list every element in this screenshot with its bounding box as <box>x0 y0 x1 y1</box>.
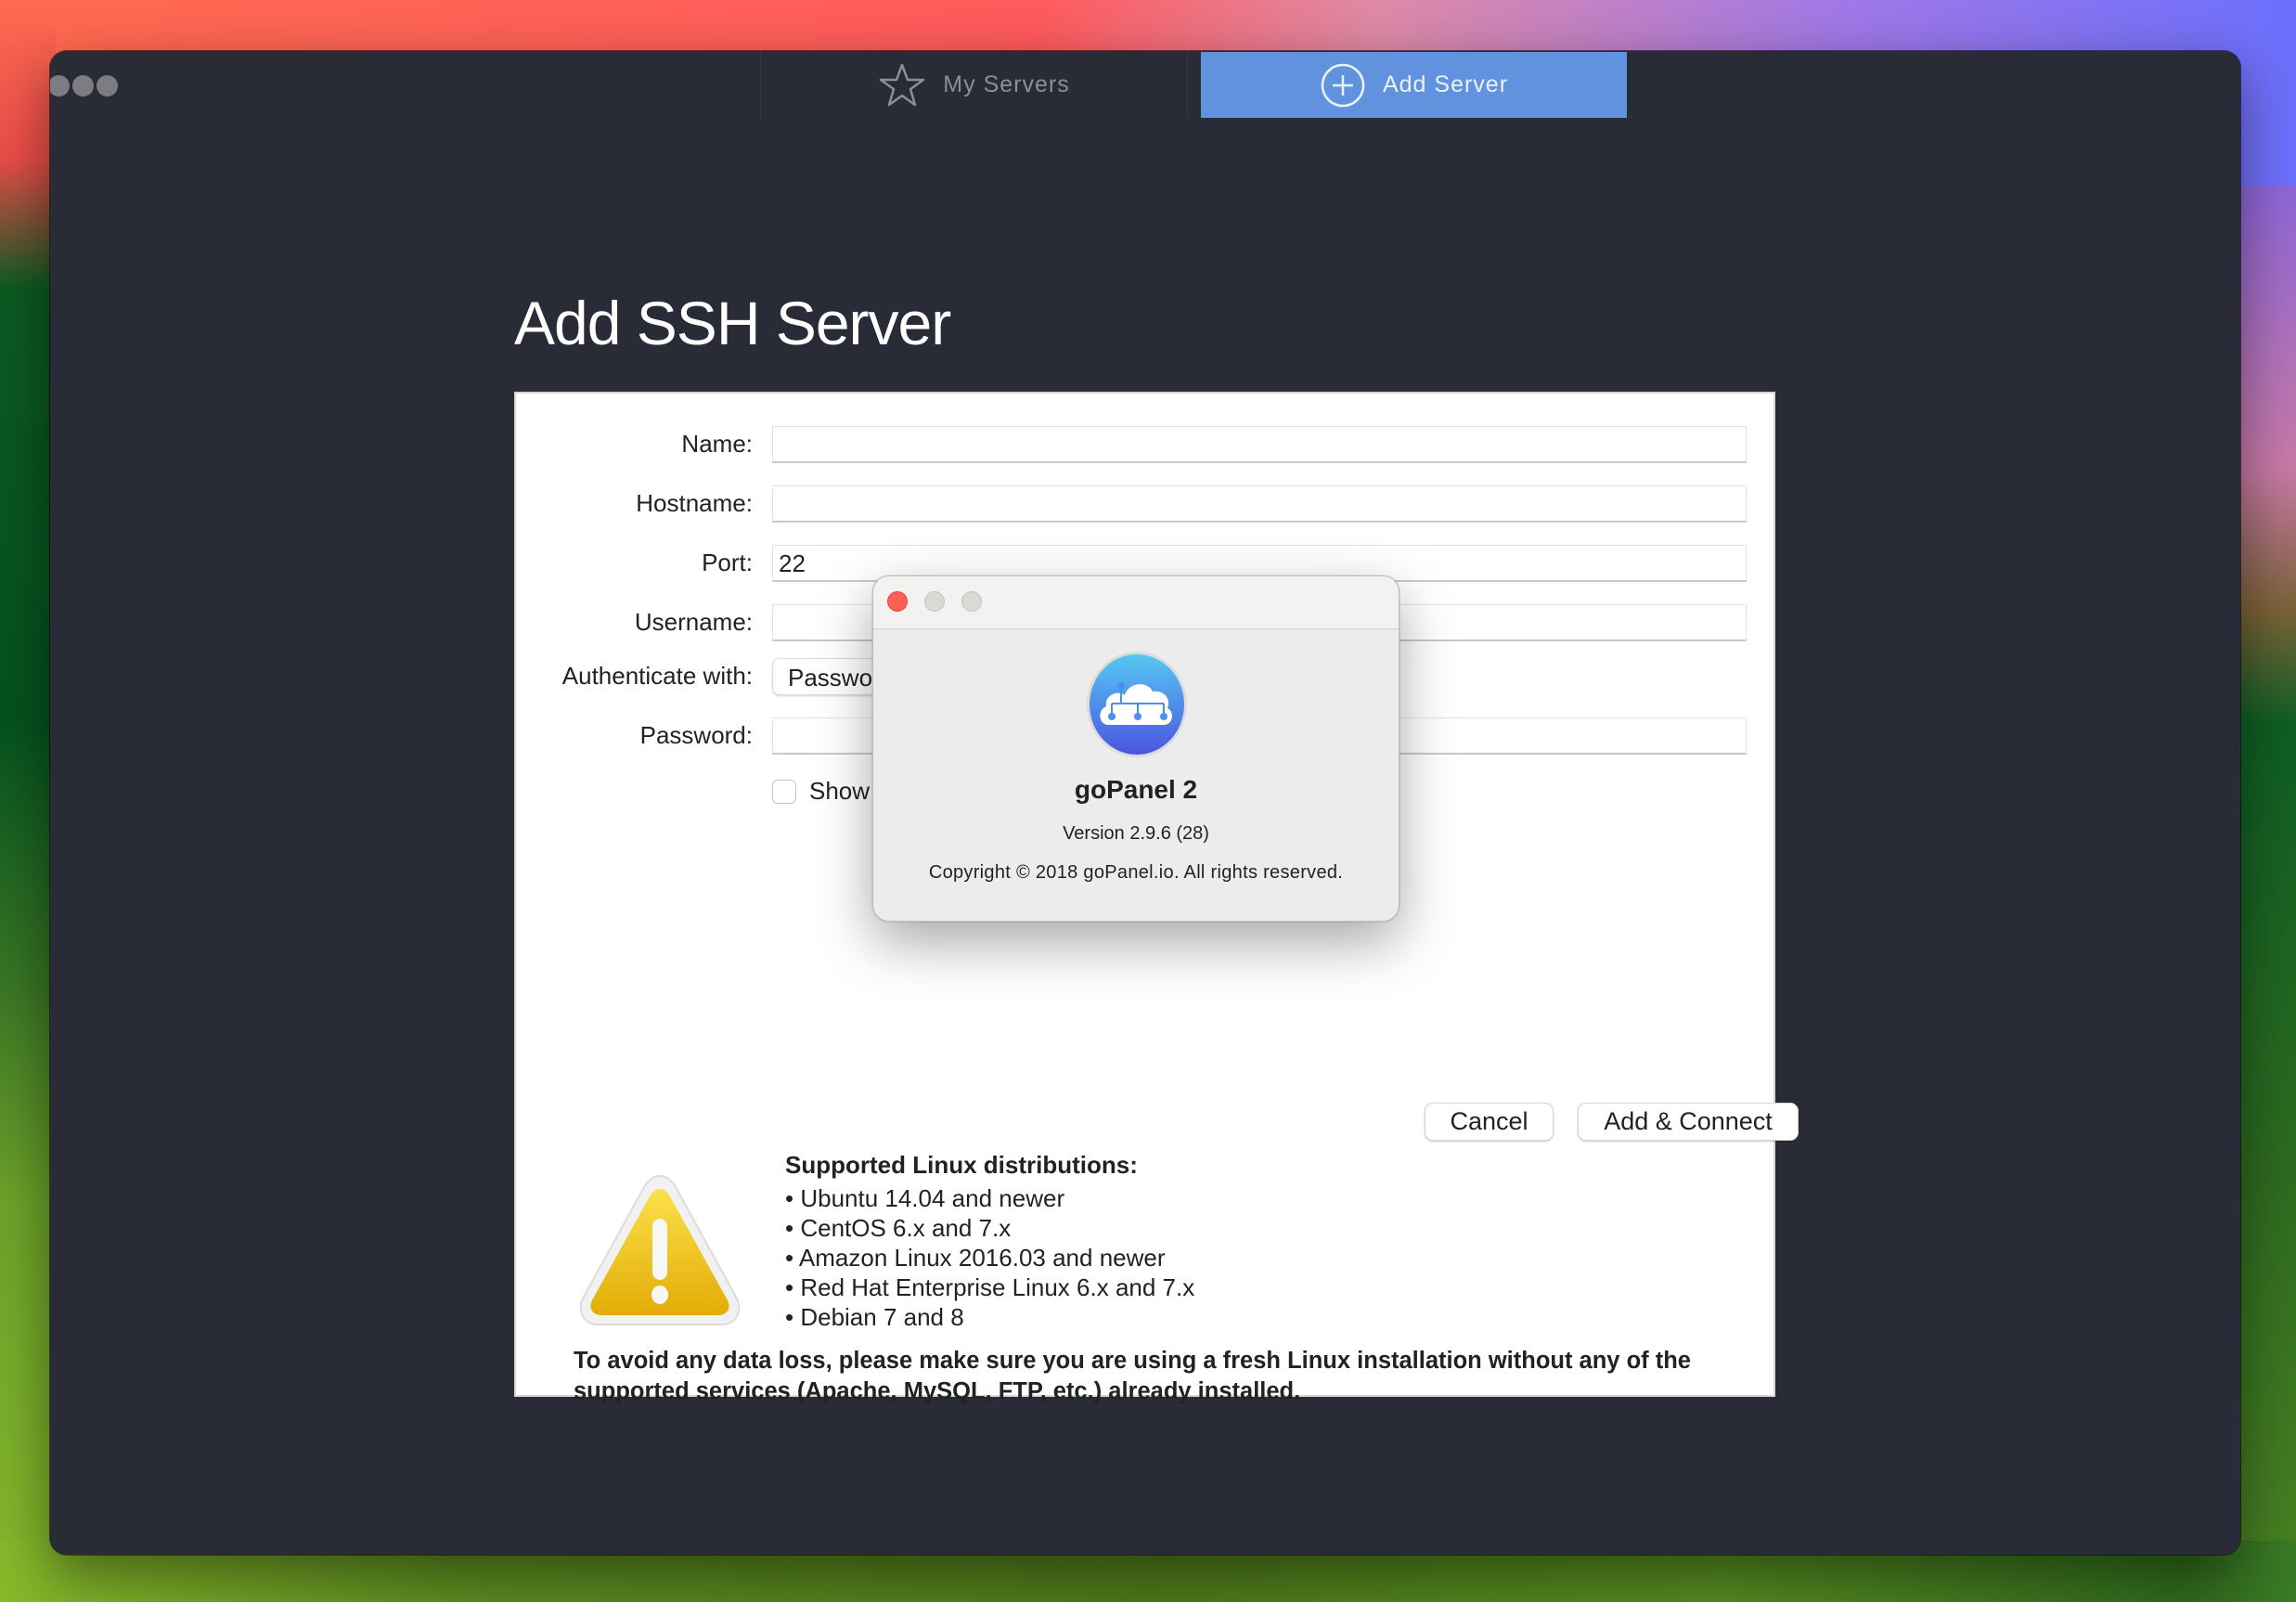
about-titlebar <box>873 576 1399 629</box>
name-label: Name: <box>681 430 753 458</box>
close-window-button[interactable] <box>50 75 70 97</box>
warning-icon <box>579 1174 741 1325</box>
about-copyright: Copyright © 2018 goPanel.io. All rights … <box>928 862 1344 883</box>
tab-add-server-label: Add Server <box>1382 71 1509 97</box>
minimize-window-button[interactable] <box>72 75 94 97</box>
distribution-item: • Debian 7 and 8 <box>785 1303 964 1331</box>
desktop-wallpaper-left <box>0 0 56 1602</box>
zoom-window-button[interactable] <box>97 75 118 97</box>
cancel-button[interactable]: Cancel <box>1425 1103 1554 1141</box>
about-dialog: goPanel 2 Version 2.9.6 (28) Copyright ©… <box>872 575 1400 922</box>
page-title: Add SSH Server <box>514 289 951 357</box>
data-loss-warning: To avoid any data loss, please make sure… <box>574 1348 1691 1404</box>
distribution-item: • CentOS 6.x and 7.x <box>785 1214 1012 1242</box>
name-input[interactable] <box>772 426 1747 463</box>
about-close-button[interactable] <box>887 591 908 612</box>
about-zoom-button[interactable] <box>961 591 982 612</box>
port-label: Port: <box>702 549 753 576</box>
tab-add-server[interactable]: Add Server <box>1201 52 1627 118</box>
username-label: Username: <box>634 608 753 636</box>
password-label: Password: <box>639 721 753 749</box>
about-minimize-button[interactable] <box>924 591 945 612</box>
hostname-input[interactable] <box>772 485 1747 523</box>
distribution-item: • Ubuntu 14.04 and newer <box>785 1184 1065 1212</box>
gopanel-app-icon <box>1087 652 1187 757</box>
star-icon <box>880 63 925 106</box>
add-and-connect-button[interactable]: Add & Connect <box>1578 1103 1799 1141</box>
plus-circle-icon <box>1321 63 1365 107</box>
tab-my-servers-label: My Servers <box>943 71 1070 97</box>
distribution-item: • Amazon Linux 2016.03 and newer <box>785 1244 1166 1272</box>
distribution-item: • Red Hat Enterprise Linux 6.x and 7.x <box>785 1273 1195 1301</box>
about-version: Version 2.9.6 (28) <box>1063 823 1209 844</box>
show-password-checkbox[interactable] <box>772 780 796 804</box>
auth-label: Authenticate with: <box>561 662 753 690</box>
hostname-label: Hostname: <box>636 489 753 517</box>
about-app-name: goPanel 2 <box>1074 775 1198 804</box>
supported-distributions-title: Supported Linux distributions: <box>785 1151 1138 1179</box>
tab-my-servers[interactable]: My Servers <box>760 52 1188 118</box>
supported-distributions-list: • Ubuntu 14.04 and newer • CentOS 6.x an… <box>785 1183 1194 1332</box>
